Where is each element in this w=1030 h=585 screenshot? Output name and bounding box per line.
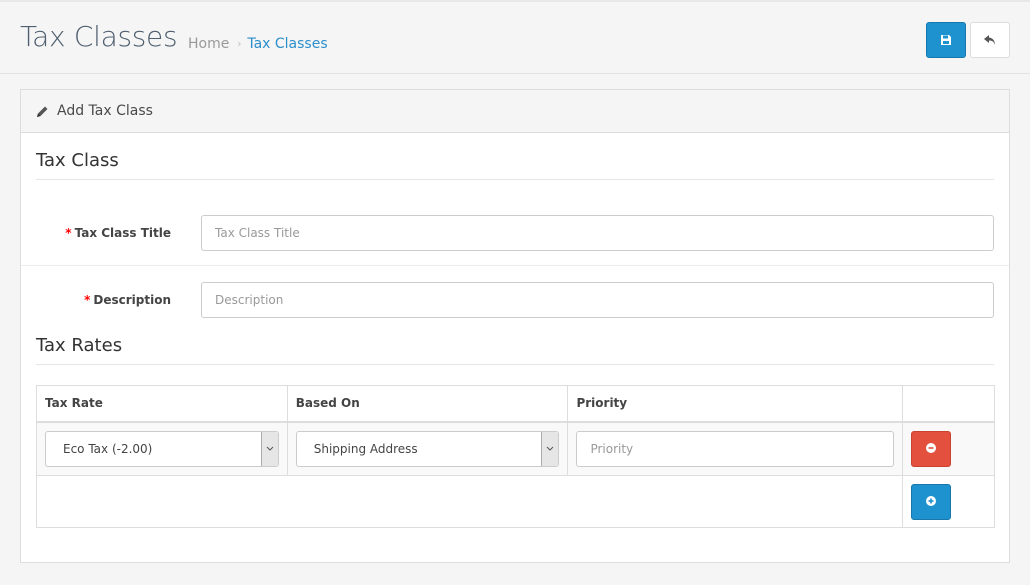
remove-rate-button[interactable] [911,430,952,467]
table-header-row: Tax Rate Based On Priority [36,385,995,423]
breadcrumb-home[interactable]: Home [188,36,229,52]
floppy-disk-icon [940,31,952,50]
section-tax-rates: Tax Rates [36,335,994,365]
add-row-spacer [35,475,904,528]
tax-rate-cell: Eco Tax (-2.00) [36,421,288,476]
panel-heading-title: Add Tax Class [57,103,153,119]
back-button[interactable] [970,22,1010,58]
tax-class-title-label: * Tax Class Title [65,226,171,240]
minus-circle-icon [926,442,937,456]
tax-rate-selected-value: Eco Tax (-2.00) [63,441,153,456]
action-cell [902,421,995,476]
add-row [35,475,995,528]
plus-circle-icon [926,495,937,509]
column-header-actions [902,385,995,423]
based-on-select[interactable]: Shipping Address [295,430,560,467]
required-marker: * [65,226,72,240]
column-header-tax-rate: Tax Rate [36,385,288,423]
required-marker: * [84,293,91,307]
save-button[interactable] [926,22,966,58]
page-title: Tax Classes [20,20,178,53]
based-on-cell: Shipping Address [286,421,569,476]
priority-input[interactable] [576,430,895,467]
column-header-based-on: Based On [286,385,569,423]
based-on-selected-value: Shipping Address [313,441,418,456]
priority-cell [567,421,904,476]
column-header-priority: Priority [567,385,904,423]
panel-heading: Add Tax Class [21,90,1009,133]
add-rate-button[interactable] [911,483,952,520]
chevron-down-icon [541,431,559,466]
table-row: Eco Tax (-2.00) Shipping Address [36,421,995,476]
section-tax-class: Tax Class [36,150,994,180]
pencil-icon [36,105,49,118]
reply-arrow-icon [983,31,997,50]
description-label: * Description [84,293,171,307]
tax-rate-select[interactable]: Eco Tax (-2.00) [45,430,279,467]
description-input[interactable] [201,282,994,318]
tax-class-title-row: * Tax Class Title [21,200,1009,266]
breadcrumb: Home › Tax Classes [188,36,328,52]
chevron-down-icon [260,431,278,466]
add-action-cell [902,475,995,528]
page-header: Tax Classes Home › Tax Classes [0,2,1030,74]
breadcrumb-tax-classes[interactable]: Tax Classes [247,36,327,52]
tax-class-title-input[interactable] [201,215,994,251]
add-tax-class-panel: Add Tax Class Tax Class * Tax Class Title… [20,89,1010,563]
breadcrumb-separator-icon: › [237,38,242,50]
tax-rates-table: Tax Rate Based On Priority Eco Tax (-2.0… [35,385,995,528]
description-row: * Description [21,267,1009,333]
